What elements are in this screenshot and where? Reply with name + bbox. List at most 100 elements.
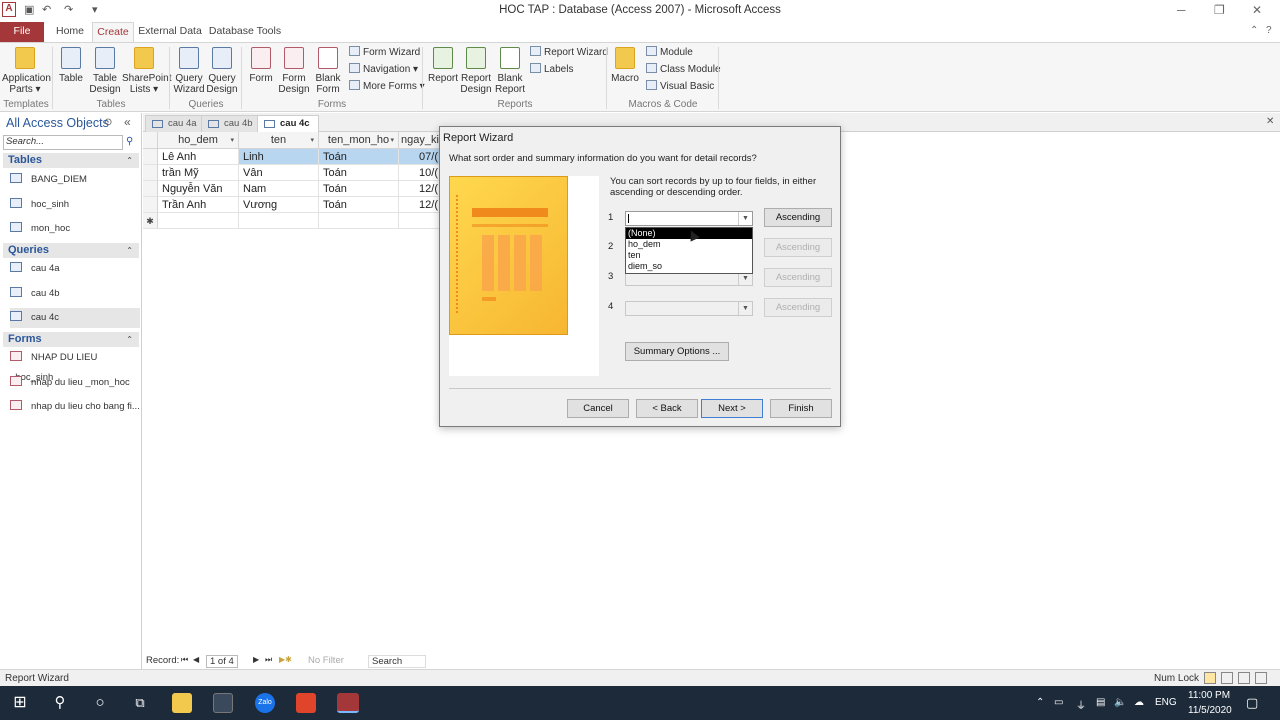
- volume-icon[interactable]: 🔈: [1114, 697, 1126, 708]
- summary-options-button[interactable]: Summary Options ...: [625, 342, 729, 361]
- doc-tab-cau-4a[interactable]: cau 4a: [145, 115, 206, 132]
- more-forms-button[interactable]: More Forms ▾: [349, 80, 425, 92]
- table-button[interactable]: Table: [56, 47, 86, 84]
- sort-order-1-button[interactable]: Ascending: [764, 208, 832, 227]
- cancel-button[interactable]: Cancel: [567, 399, 629, 418]
- cell[interactable]: 12/(: [399, 197, 441, 213]
- close-icon[interactable]: ✕: [1252, 3, 1262, 17]
- column-header-ho-dem[interactable]: ho_dem ▾: [158, 132, 239, 149]
- doc-tab-cau-4b[interactable]: cau 4b: [201, 115, 262, 132]
- nav-item-form-bang[interactable]: nhap du lieu cho bang fi...: [10, 397, 140, 417]
- tab-database-tools[interactable]: Database Tools: [208, 22, 282, 42]
- nav-category-forms[interactable]: Forms ⌃: [3, 332, 139, 347]
- nav-category-tables[interactable]: Tables ⌃: [3, 153, 139, 168]
- access-taskbar-icon[interactable]: [337, 693, 359, 713]
- cell[interactable]: [399, 213, 441, 229]
- help-icon[interactable]: ?: [1266, 25, 1272, 36]
- battery-icon[interactable]: ▭: [1054, 697, 1063, 708]
- cell[interactable]: Toán: [319, 181, 399, 197]
- minimize-icon[interactable]: ─: [1177, 3, 1186, 17]
- class-module-button[interactable]: Class Module: [646, 63, 721, 75]
- tab-file[interactable]: File: [0, 22, 44, 42]
- tab-external-data[interactable]: External Data: [138, 22, 202, 42]
- zalo-icon[interactable]: Zalo: [255, 693, 275, 713]
- file-explorer-icon[interactable]: [172, 693, 192, 713]
- app-icon[interactable]: [296, 693, 316, 713]
- query-design-button[interactable]: Query Design: [206, 47, 238, 95]
- macro-button[interactable]: Macro: [610, 47, 640, 84]
- cell[interactable]: [239, 213, 319, 229]
- form-button[interactable]: Form: [246, 47, 276, 84]
- collapse-icon[interactable]: ⌃: [126, 332, 133, 347]
- select-all-corner[interactable]: [143, 132, 158, 149]
- nav-dropdown-icon[interactable]: ⊙: [104, 117, 112, 128]
- sort-order-3-button[interactable]: Ascending: [764, 268, 832, 287]
- windows-start-icon[interactable]: ⊞: [10, 693, 30, 713]
- report-wizard-button[interactable]: Report Wizard: [530, 46, 608, 58]
- blank-report-button[interactable]: Blank Report: [494, 47, 526, 95]
- nav-item-hoc-sinh[interactable]: hoc_sinh: [10, 195, 140, 215]
- sort-field-1-combo[interactable]: ▼: [625, 211, 753, 226]
- module-button[interactable]: Module: [646, 46, 693, 58]
- clock-time[interactable]: 11:00 PM: [1188, 690, 1230, 701]
- nav-item-cau-4c[interactable]: cau 4c: [10, 308, 140, 328]
- close-document-icon[interactable]: ✕: [1266, 116, 1274, 127]
- restore-icon[interactable]: ❐: [1214, 3, 1225, 17]
- form-design-button[interactable]: Form Design: [278, 47, 310, 95]
- dropdown-option[interactable]: ten: [626, 250, 752, 261]
- cell[interactable]: Toán: [319, 149, 399, 165]
- nav-collapse-icon[interactable]: «: [124, 115, 131, 129]
- next-button[interactable]: Next >: [701, 399, 763, 418]
- language-indicator[interactable]: ENG: [1155, 697, 1177, 708]
- column-header-ten[interactable]: ten ▾: [239, 132, 319, 149]
- blank-form-button[interactable]: Blank Form: [312, 47, 344, 95]
- cell[interactable]: 12/(: [399, 181, 441, 197]
- nav-item-cau-4b[interactable]: cau 4b: [10, 284, 140, 304]
- sql-view-icon[interactable]: [1255, 672, 1267, 684]
- last-record-icon[interactable]: ⏭: [265, 655, 272, 665]
- cell[interactable]: Nguyễn Văn: [158, 181, 239, 197]
- finish-button[interactable]: Finish: [770, 399, 832, 418]
- application-parts-button[interactable]: Application Parts ▾: [2, 47, 51, 95]
- cell[interactable]: Toán: [319, 165, 399, 181]
- pivotchart-view-icon[interactable]: [1238, 672, 1250, 684]
- dropdown-option[interactable]: diem_so: [626, 261, 752, 272]
- report-button[interactable]: Report: [427, 47, 459, 84]
- ribbon-collapse-icon[interactable]: ⌃: [1250, 25, 1258, 36]
- first-record-icon[interactable]: ⏮: [181, 655, 188, 665]
- chevron-down-icon[interactable]: ▼: [738, 302, 752, 315]
- tab-create[interactable]: Create: [92, 22, 134, 42]
- cell[interactable]: Trần Anh: [158, 197, 239, 213]
- visual-basic-button[interactable]: Visual Basic: [646, 80, 714, 92]
- sort-field-4-combo[interactable]: ▼: [625, 301, 753, 316]
- cortana-icon[interactable]: ○: [90, 693, 110, 713]
- tray-chevron-icon[interactable]: ⌃: [1036, 697, 1044, 708]
- cell[interactable]: [319, 213, 399, 229]
- pivottable-view-icon[interactable]: [1221, 672, 1233, 684]
- row-selector[interactable]: [143, 181, 158, 197]
- nav-search-input[interactable]: Search...: [3, 135, 123, 150]
- prev-record-icon[interactable]: ◀: [193, 655, 199, 664]
- navigation-button[interactable]: Navigation ▾: [349, 63, 418, 75]
- new-record-marker[interactable]: ✱: [143, 213, 158, 229]
- record-search-input[interactable]: Search: [368, 655, 426, 668]
- cell[interactable]: Linh: [239, 149, 319, 165]
- nav-item-bang-diem[interactable]: BANG_DIEM: [10, 170, 140, 190]
- form-wizard-button[interactable]: Form Wizard: [349, 46, 420, 58]
- cloud-icon[interactable]: ☁: [1134, 697, 1144, 708]
- nav-item-cau-4a[interactable]: cau 4a: [10, 259, 140, 279]
- notifications-icon[interactable]: ▢: [1246, 695, 1258, 711]
- store-icon[interactable]: [213, 693, 233, 713]
- row-selector[interactable]: [143, 165, 158, 181]
- tab-home[interactable]: Home: [50, 22, 90, 42]
- collapse-icon[interactable]: ⌃: [126, 243, 133, 258]
- nav-category-queries[interactable]: Queries ⌃: [3, 243, 139, 258]
- cell[interactable]: 10/(: [399, 165, 441, 181]
- datasheet-view-icon[interactable]: [1204, 672, 1216, 684]
- nav-item-mon-hoc[interactable]: mon_hoc: [10, 219, 140, 239]
- record-position-input[interactable]: 1 of 4: [206, 655, 238, 668]
- network-icon[interactable]: ▤: [1096, 697, 1105, 708]
- collapse-icon[interactable]: ⌃: [126, 153, 133, 168]
- sort-order-4-button[interactable]: Ascending: [764, 298, 832, 317]
- row-selector[interactable]: [143, 197, 158, 213]
